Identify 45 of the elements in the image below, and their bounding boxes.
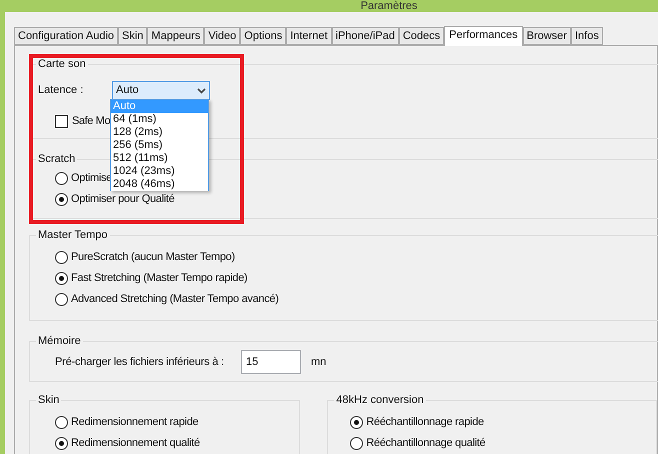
radio-button[interactable]	[55, 193, 68, 206]
tab[interactable]: Codecs	[398, 27, 444, 45]
radio-label: Optimiser pour Qualité	[71, 192, 174, 208]
radio-button[interactable]	[350, 437, 364, 450]
tab[interactable]: Performances	[444, 26, 523, 46]
radio-label: Rééchantillonnage qualité	[366, 436, 486, 452]
radio-button[interactable]	[55, 172, 68, 185]
radio-button[interactable]	[55, 293, 68, 306]
preload-field[interactable]: 15	[241, 350, 301, 374]
tab[interactable]: Configuration Audio	[14, 27, 118, 45]
preload-label: Pré-charger les fichiers inférieurs à :	[55, 354, 225, 370]
window-title: Paramètres	[360, 0, 418, 12]
dropdown-option[interactable]: 64 (1ms)	[111, 113, 208, 126]
checkbox[interactable]	[55, 114, 68, 128]
radio-button[interactable]	[350, 416, 364, 429]
radio-button[interactable]	[55, 251, 68, 264]
latency-label: Latence :	[38, 83, 84, 98]
checkbox-label: Safe Mo	[72, 114, 110, 129]
tab[interactable]: Browser	[522, 27, 571, 45]
tab[interactable]: Mappeurs	[147, 27, 204, 45]
chevron-icon	[197, 88, 206, 94]
dropdown-option[interactable]: 2048 (46ms)	[111, 178, 208, 191]
tab[interactable]: iPhone/iPad	[332, 27, 399, 45]
unit-label: mn	[311, 354, 326, 370]
radio-button[interactable]	[55, 272, 68, 285]
radio-button[interactable]	[55, 437, 68, 450]
dropdown-option[interactable]: 256 (5ms)	[111, 139, 208, 152]
radio-label: Rééchantillonnage rapide	[366, 415, 484, 430]
radio-label: Redimensionnement qualité	[71, 436, 200, 452]
radio-label: Redimensionnement rapide	[71, 415, 198, 430]
tab[interactable]: Options	[240, 27, 286, 45]
radio-label: Fast Stretching (Master Tempo rapide)	[71, 271, 248, 286]
radio-label: PureScratch (aucun Master Tempo)	[71, 250, 235, 266]
radio-button[interactable]	[55, 416, 68, 429]
dropdown-option[interactable]: 1024 (23ms)	[111, 165, 208, 178]
tab[interactable]: Skin	[118, 27, 148, 45]
tab[interactable]: Video	[204, 27, 240, 45]
group-title: Master Tempo	[36, 227, 110, 243]
tab[interactable]: Internet	[286, 27, 332, 45]
radio-label: Optimise	[71, 171, 112, 186]
tab[interactable]: Infos	[570, 27, 603, 45]
dropdown-option[interactable]: 128 (2ms)	[111, 126, 208, 139]
radio-label: Advanced Stretching (Master Tempo avancé)	[71, 292, 279, 308]
dropdown-option[interactable]: 512 (11ms)	[111, 152, 208, 165]
latency-dropdown[interactable]: Auto	[112, 81, 210, 100]
